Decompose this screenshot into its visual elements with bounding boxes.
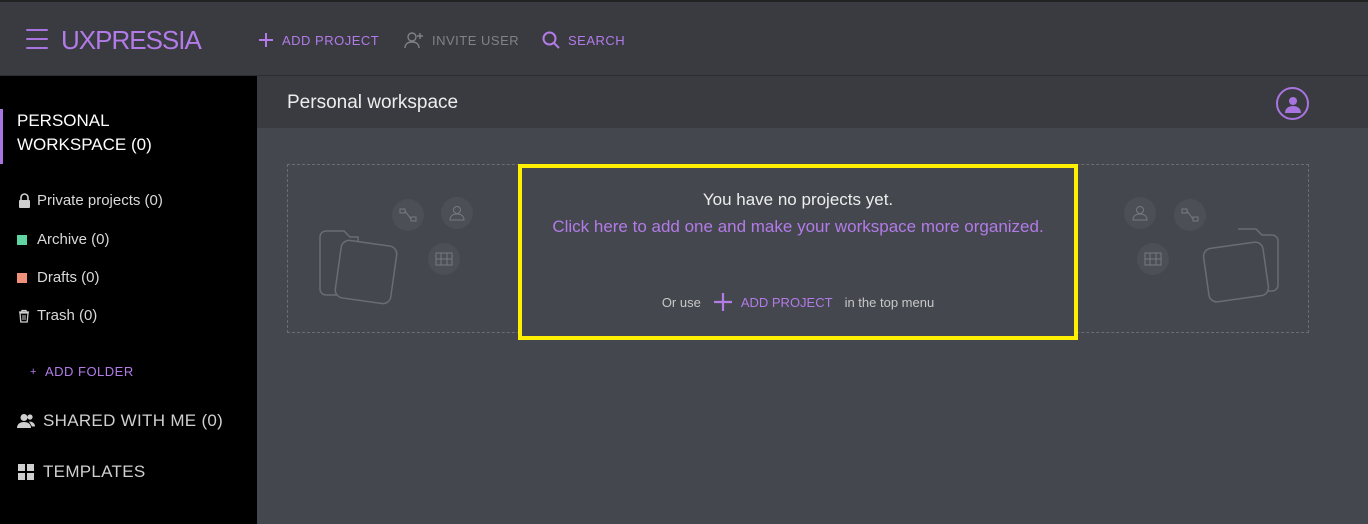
journey-icon bbox=[1174, 199, 1206, 231]
hint-prefix: Or use bbox=[661, 294, 701, 310]
sidebar-item-label: Archive (0) bbox=[37, 231, 110, 248]
search-button[interactable]: SEARCH bbox=[542, 28, 625, 52]
sidebar-item-label: Drafts (0) bbox=[37, 269, 100, 286]
user-icon bbox=[1284, 96, 1301, 113]
sidebar-item-label: Trash (0) bbox=[37, 307, 98, 324]
hamburger-menu-icon[interactable] bbox=[26, 29, 48, 51]
avatar[interactable] bbox=[1276, 87, 1309, 120]
persona-icon bbox=[1124, 197, 1156, 229]
page-title: Personal workspace bbox=[287, 92, 459, 113]
journey-icon bbox=[392, 199, 424, 231]
add-folder-button[interactable]: + ADD FOLDER bbox=[30, 364, 134, 379]
add-project-label: ADD PROJECT bbox=[282, 32, 380, 48]
sidebar-item-templates[interactable]: TEMPLATES bbox=[17, 462, 146, 482]
add-user-icon bbox=[404, 32, 423, 49]
shared-label: SHARED WITH ME (0) bbox=[43, 411, 224, 430]
persona-icon bbox=[441, 197, 473, 229]
hint-add-project-label: ADD PROJECT bbox=[740, 294, 833, 310]
workspace-title-line1: PERSONAL bbox=[17, 111, 110, 130]
users-icon bbox=[17, 412, 35, 430]
add-project-button[interactable]: ADD PROJECT bbox=[258, 28, 379, 52]
folder-icon bbox=[319, 230, 398, 305]
invite-user-button[interactable]: INVITE USER bbox=[404, 28, 519, 52]
app-logo[interactable]: UXPRESSIA bbox=[61, 25, 202, 56]
sidebar-item-shared-with-me[interactable]: SHARED WITH ME (0) bbox=[17, 411, 223, 431]
empty-state-title: You have no projects yet. bbox=[702, 190, 894, 209]
trash-icon bbox=[17, 308, 31, 324]
folder-icon bbox=[1202, 228, 1279, 303]
search-label: SEARCH bbox=[568, 32, 626, 48]
empty-state-hint: Or use ADD PROJECT in the top menu bbox=[522, 292, 1074, 312]
search-icon bbox=[542, 31, 560, 49]
sidebar-item-archive[interactable]: Archive (0) bbox=[17, 231, 110, 248]
workspace-title-line2: WORKSPACE (0) bbox=[17, 135, 152, 154]
hint-add-project-button[interactable]: ADD PROJECT bbox=[713, 292, 833, 312]
sidebar-item-trash[interactable]: Trash (0) bbox=[17, 307, 97, 324]
sidebar-personal-workspace[interactable]: PERSONAL WORKSPACE (0) bbox=[0, 109, 257, 164]
grid-icon bbox=[17, 463, 35, 481]
templates-label: TEMPLATES bbox=[43, 462, 146, 481]
sidebar-item-private-projects[interactable]: Private projects (0) bbox=[17, 192, 163, 209]
invite-user-label: INVITE USER bbox=[432, 32, 520, 48]
archive-color-square-icon bbox=[17, 234, 27, 245]
empty-state-highlight: You have no projects yet. Click here to … bbox=[518, 164, 1078, 340]
plus-icon bbox=[713, 293, 732, 311]
table-icon bbox=[428, 243, 460, 275]
sidebar: PERSONAL WORKSPACE (0) Private projects … bbox=[0, 76, 257, 524]
add-project-link[interactable]: Click here to add one and make your work… bbox=[522, 217, 1074, 237]
drafts-color-square-icon bbox=[17, 272, 27, 283]
top-bar: UXPRESSIA ADD PROJECT INVITE USER SEARCH bbox=[0, 0, 1368, 76]
table-icon bbox=[1137, 243, 1169, 275]
hint-suffix: in the top menu bbox=[844, 294, 935, 310]
main-header: Personal workspace bbox=[257, 76, 1368, 128]
sidebar-item-label: Private projects (0) bbox=[37, 192, 163, 209]
sidebar-item-drafts[interactable]: Drafts (0) bbox=[17, 269, 100, 286]
plus-icon bbox=[259, 33, 273, 47]
add-folder-label: ADD FOLDER bbox=[44, 364, 134, 379]
lock-icon bbox=[17, 192, 31, 209]
plus-icon: + bbox=[30, 365, 37, 378]
